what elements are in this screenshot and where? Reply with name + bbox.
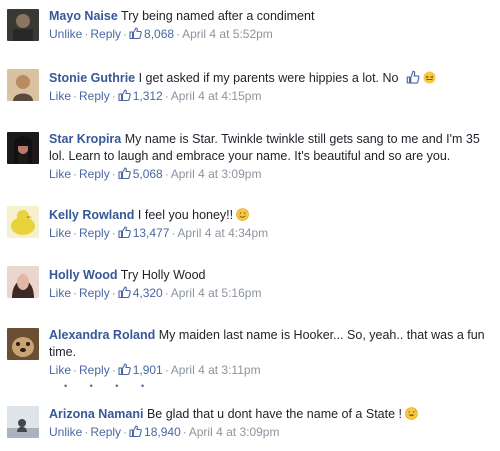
comment-author[interactable]: Alexandra Roland	[49, 328, 155, 342]
reply-link[interactable]: Reply	[79, 363, 110, 377]
thumbs-up-icon	[118, 167, 131, 179]
unlike-link[interactable]: Unlike	[49, 425, 82, 439]
like-count[interactable]: 1,312	[118, 89, 163, 103]
thumbs-up-hand-icon	[406, 70, 420, 84]
like-link[interactable]: Like	[49, 167, 71, 181]
reply-link[interactable]: Reply	[79, 226, 110, 240]
comment-meta: Like · Reply · 1,901 · April 4 at 3:11pm	[49, 363, 261, 377]
thumbs-up-icon	[129, 27, 142, 39]
comment-meta: Like · Reply · 13,477 · April 4 at 4:34pm	[49, 226, 269, 240]
comment-author[interactable]: Arizona Namani	[49, 407, 143, 421]
timestamp[interactable]: April 4 at 3:11pm	[171, 363, 261, 377]
like-link[interactable]: Like	[49, 286, 71, 300]
thumbs-up-icon	[118, 226, 131, 238]
comment-text: Try Holly Wood	[120, 268, 206, 282]
avatar[interactable]	[7, 406, 39, 438]
comment-meta: Like · Reply · 1,312 · April 4 at 4:15pm	[49, 89, 262, 103]
thumbs-up-icon	[118, 363, 131, 375]
timestamp[interactable]: April 4 at 3:09pm	[171, 167, 262, 181]
truncation-dots: • • • •	[64, 381, 155, 391]
reply-link[interactable]: Reply	[90, 425, 121, 439]
avatar[interactable]	[7, 9, 39, 41]
comment-meta: Unlike · Reply · 18,940 · April 4 at 3:09pm	[49, 425, 280, 439]
like-count[interactable]: 8,068	[129, 27, 174, 41]
unlike-link[interactable]: Unlike	[49, 27, 82, 41]
squinting-face-icon	[423, 71, 436, 84]
reply-link[interactable]: Reply	[79, 286, 110, 300]
comment-author[interactable]: Mayo Naise	[49, 9, 118, 23]
like-count-value: 4,320	[132, 286, 163, 300]
comment-author[interactable]: Holly Wood	[49, 268, 118, 282]
reply-link[interactable]: Reply	[79, 167, 110, 181]
like-link[interactable]: Like	[49, 363, 71, 377]
comment-meta: Like · Reply · 5,068 · April 4 at 3:09pm	[49, 167, 262, 181]
comment-text: I get asked if my parents were hippies a…	[138, 71, 399, 85]
comment-author[interactable]: Star Kropira	[49, 132, 121, 146]
like-count-value: 8,068	[144, 27, 175, 41]
comment-text: I feel you honey!!	[137, 208, 234, 222]
timestamp[interactable]: April 4 at 4:34pm	[177, 226, 268, 240]
like-link[interactable]: Like	[49, 89, 71, 103]
comment-text: Try being named after a condiment	[121, 9, 315, 23]
timestamp[interactable]: April 4 at 5:16pm	[171, 286, 262, 300]
thumbs-up-icon	[118, 89, 131, 101]
like-count-value: 18,940	[144, 425, 181, 439]
like-count-value: 5,068	[132, 167, 163, 181]
reply-link[interactable]: Reply	[90, 27, 121, 41]
comment-author[interactable]: Stonie Guthrie	[49, 71, 135, 85]
timestamp[interactable]: April 4 at 5:52pm	[182, 27, 273, 41]
like-count-value: 1,312	[132, 89, 163, 103]
like-count-value: 13,477	[132, 226, 170, 240]
thumbs-up-icon	[118, 286, 131, 298]
comment-text: Be glad that u dont have the name of a S…	[146, 407, 402, 421]
avatar[interactable]	[7, 69, 39, 101]
avatar[interactable]	[7, 266, 39, 298]
like-count[interactable]: 18,940	[129, 425, 181, 439]
like-count[interactable]: 4,320	[118, 286, 163, 300]
comment-meta: Like · Reply · 4,320 · April 4 at 5:16pm	[49, 286, 262, 300]
timestamp[interactable]: April 4 at 3:09pm	[189, 425, 280, 439]
thumbs-up-icon	[129, 425, 142, 437]
grinning-sweat-face-icon	[405, 407, 418, 420]
comment-meta: Unlike · Reply · 8,068 · April 4 at 5:52pm	[49, 27, 273, 41]
smiling-face-icon	[236, 208, 249, 221]
timestamp[interactable]: April 4 at 4:15pm	[171, 89, 262, 103]
avatar[interactable]	[7, 328, 39, 360]
like-count[interactable]: 1,901	[118, 363, 163, 377]
like-link[interactable]: Like	[49, 226, 71, 240]
reply-link[interactable]: Reply	[79, 89, 110, 103]
like-count[interactable]: 13,477	[118, 226, 170, 240]
avatar[interactable]	[7, 132, 39, 164]
avatar[interactable]	[7, 206, 39, 238]
comment-author[interactable]: Kelly Rowland	[49, 208, 134, 222]
like-count-value: 1,901	[132, 363, 163, 377]
like-count[interactable]: 5,068	[118, 167, 163, 181]
